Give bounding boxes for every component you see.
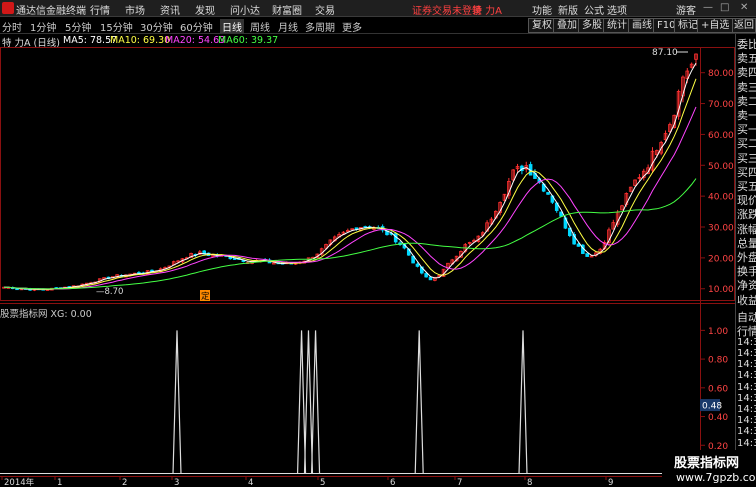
signal-spike [296,330,307,475]
indicator-signals [172,330,528,475]
time-axis-label: 4 [248,478,253,487]
watermark: 股票指标网 www.7gpzb.com [662,450,756,487]
time-axis-label: 9 [608,478,613,487]
tick-time: 14:35 [737,348,756,359]
back-button[interactable]: 返回 [732,18,756,33]
candle-body [415,263,420,267]
event-marker-label: 定 [201,291,210,302]
tick-time: 14:35 [737,370,756,382]
quote-panel: 委比卖五卖四卖三卖二卖一买一买二买三买四买五现价涨跌涨幅总量外盘换手净资收益自动… [735,34,756,487]
tick-time: 14:35 [737,415,756,427]
time-axis-label: 3 [174,478,179,487]
price-frame [0,47,735,301]
time-axis-label: 8 [527,478,532,487]
signal-spike [310,330,321,475]
time-axis-label: 2014年 [4,477,35,487]
tick-time: 14:35 [737,437,756,449]
candle-body [232,258,237,260]
time-axis-label: 2 [122,478,127,487]
price-axis-label: 80.00 [708,69,734,79]
price-axis-label: 10.00 [708,285,734,295]
tick-time: 14:35 [737,381,756,393]
low-price-label: —8.70 [96,287,123,297]
indicator-axis-label: 1.00 [708,327,728,337]
candle-body [428,276,433,281]
signal-spike [414,330,424,475]
watermark-title: 股票指标网 [674,456,740,471]
quote-label: 收益 [737,293,756,307]
ma5-line [3,62,697,291]
high-price-label: 87.10 [652,48,678,58]
signal-spike [518,330,528,475]
price-axis-label: 20.00 [708,254,734,264]
price-axis-label: 30.00 [708,224,734,234]
price-axis-label: 70.00 [708,100,734,110]
tick-time: 14:35 [737,392,756,404]
time-axis-label: 5 [320,478,325,487]
indicator-axis-label: 0.60 [708,384,728,394]
price-axis-label: 60.00 [708,131,734,141]
tick-time: 14:35 [737,359,756,371]
signal-spike [172,330,182,475]
time-axis-label: 6 [390,478,395,487]
kline-chart[interactable]: 80.00 70.00 60.00 50.00 40.00 30.00 20.00 10.00… [0,0,735,487]
indicator-axis-label: 0.80 [708,356,728,366]
tick-time: 14:35 [737,404,756,415]
time-axis-label: 7 [457,478,462,487]
candle-body [576,243,581,247]
close-icon[interactable]: ✕ [740,2,748,13]
tick-time: 14:35 [737,426,756,438]
price-axis-label: 40.00 [708,193,734,203]
indicator-title: 股票指标网 XG: 0.00 [0,309,92,320]
candle-body [272,262,276,265]
candle-body [585,253,589,257]
candle-body [424,273,428,278]
indicator-current-value: 0.48 [702,402,722,412]
indicator-axis-label: 0.40 [708,413,728,423]
ma20-line [3,106,697,290]
watermark-url: www.7gpzb.com [676,471,756,484]
tick-time: 14:34 [737,336,756,348]
ma10-line [3,78,697,290]
ma60-line [3,178,697,290]
candle-body [546,192,550,195]
price-axis-label: 50.00 [708,162,734,172]
time-axis-label: 1 [57,478,62,487]
signal-spike [303,330,314,475]
